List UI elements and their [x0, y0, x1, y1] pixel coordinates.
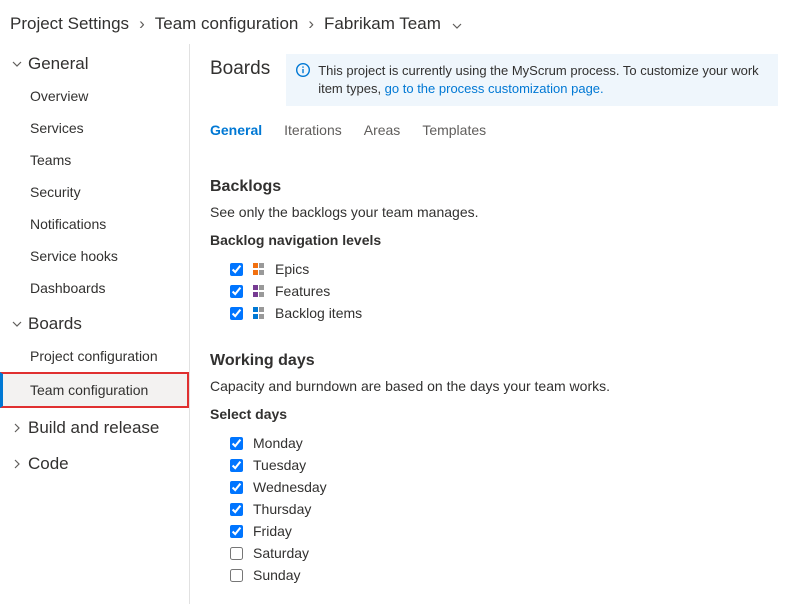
days-list: Monday Tuesday Wednesday Thursday Friday Satu…	[210, 432, 778, 586]
backlogs-desc: See only the backlogs your team manages.	[210, 204, 778, 220]
sidebar: General OverviewServicesTeamsSecurityNoti…	[0, 44, 190, 604]
info-icon	[296, 63, 310, 82]
backlogs-heading: Backlogs	[210, 178, 778, 196]
tab-iterations[interactable]: Iterations	[284, 122, 342, 140]
info-banner: This project is currently using the MySc…	[286, 54, 778, 106]
backlog-level-label: Epics	[275, 261, 309, 277]
day-row: Monday	[210, 432, 778, 454]
breadcrumb-root[interactable]: Project Settings	[10, 14, 129, 34]
tab-general[interactable]: General	[210, 122, 262, 140]
backlog-levels-sub: Backlog navigation levels	[210, 232, 778, 248]
chevron-down-icon	[12, 61, 22, 67]
breadcrumb-team-config[interactable]: Team configuration	[155, 14, 299, 34]
day-row: Sunday	[210, 564, 778, 586]
backlogs-section: Backlogs See only the backlogs your team…	[210, 178, 778, 324]
backlog-level-row: Epics	[210, 258, 778, 280]
breadcrumb-team-label: Fabrikam Team	[324, 14, 441, 33]
chevron-down-icon	[12, 321, 22, 327]
day-checkbox[interactable]	[230, 525, 243, 538]
sidebar-item-overview[interactable]: Overview	[0, 80, 189, 112]
backlog-level-label: Features	[275, 283, 330, 299]
sidebar-item-services[interactable]: Services	[0, 112, 189, 144]
day-row: Friday	[210, 520, 778, 542]
day-checkbox[interactable]	[230, 481, 243, 494]
day-row: Thursday	[210, 498, 778, 520]
sidebar-item-notifications[interactable]: Notifications	[0, 208, 189, 240]
sidebar-item-project-configuration[interactable]: Project configuration	[0, 340, 189, 372]
info-banner-text: This project is currently using the MySc…	[318, 62, 766, 98]
day-label: Wednesday	[253, 479, 327, 495]
day-checkbox[interactable]	[230, 459, 243, 472]
sidebar-item-team-configuration[interactable]: Team configuration	[0, 372, 189, 408]
sidebar-section-label: Boards	[28, 314, 82, 334]
sidebar-item-teams[interactable]: Teams	[0, 144, 189, 176]
sidebar-section-build-and-release[interactable]: Build and release	[0, 408, 189, 444]
day-checkbox[interactable]	[230, 437, 243, 450]
day-label: Monday	[253, 435, 303, 451]
backlog-icon	[253, 307, 265, 319]
backlog-level-label: Backlog items	[275, 305, 362, 321]
backlog-level-checkbox[interactable]	[230, 263, 243, 276]
sidebar-item-service-hooks[interactable]: Service hooks	[0, 240, 189, 272]
sidebar-section-general[interactable]: General	[0, 44, 189, 80]
sidebar-item-security[interactable]: Security	[0, 176, 189, 208]
sidebar-section-label: General	[28, 54, 88, 74]
day-checkbox[interactable]	[230, 503, 243, 516]
day-label: Sunday	[253, 567, 300, 583]
backlog-levels-list: Epics Features Backlog items	[210, 258, 778, 324]
chevron-down-icon[interactable]	[452, 14, 462, 34]
working-days-section: Working days Capacity and burndown are b…	[210, 352, 778, 586]
tabs: General Iterations Areas Templates	[210, 122, 778, 140]
working-days-desc: Capacity and burndown are based on the d…	[210, 378, 778, 394]
breadcrumb-separator-icon: ›	[308, 14, 314, 34]
backlog-level-checkbox[interactable]	[230, 307, 243, 320]
main-content: Boards This project is currently using t…	[190, 44, 796, 596]
day-label: Friday	[253, 523, 292, 539]
breadcrumb-separator-icon: ›	[139, 14, 145, 34]
select-days-sub: Select days	[210, 406, 778, 422]
breadcrumb-team-name[interactable]: Fabrikam Team	[324, 14, 462, 34]
working-days-heading: Working days	[210, 352, 778, 370]
chevron-right-icon	[12, 423, 22, 433]
day-row: Tuesday	[210, 454, 778, 476]
sidebar-item-dashboards[interactable]: Dashboards	[0, 272, 189, 304]
breadcrumb: Project Settings › Team configuration › …	[0, 0, 796, 44]
sidebar-section-code[interactable]: Code	[0, 444, 189, 480]
day-label: Thursday	[253, 501, 311, 517]
day-checkbox[interactable]	[230, 547, 243, 560]
feature-icon	[253, 285, 265, 297]
day-row: Wednesday	[210, 476, 778, 498]
epic-icon	[253, 263, 265, 275]
day-checkbox[interactable]	[230, 569, 243, 582]
chevron-right-icon	[12, 459, 22, 469]
sidebar-section-label: Build and release	[28, 418, 159, 438]
backlog-level-checkbox[interactable]	[230, 285, 243, 298]
process-customization-link[interactable]: go to the process customization page.	[385, 81, 604, 96]
day-row: Saturday	[210, 542, 778, 564]
backlog-level-row: Features	[210, 280, 778, 302]
day-label: Tuesday	[253, 457, 306, 473]
page-title: Boards	[210, 58, 270, 80]
backlog-level-row: Backlog items	[210, 302, 778, 324]
tab-templates[interactable]: Templates	[422, 122, 486, 140]
tab-areas[interactable]: Areas	[364, 122, 401, 140]
sidebar-section-boards[interactable]: Boards	[0, 304, 189, 340]
sidebar-section-label: Code	[28, 454, 69, 474]
day-label: Saturday	[253, 545, 309, 561]
